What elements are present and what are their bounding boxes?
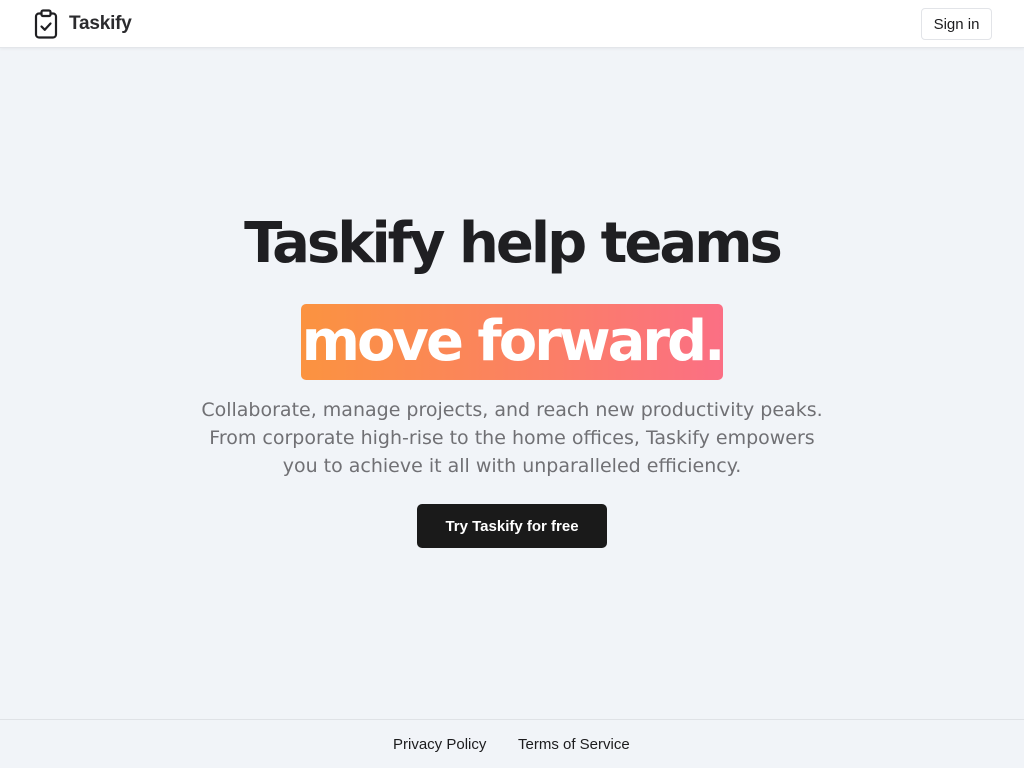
top-navbar: Taskify Sign in bbox=[0, 0, 1024, 48]
brand-logo-link[interactable]: Taskify bbox=[34, 9, 132, 39]
brand-name: Taskify bbox=[69, 13, 132, 34]
hero-title: Taskify help teams bbox=[244, 211, 783, 276]
hero-subtitle-line: From corporate high-rise to the home off… bbox=[209, 427, 815, 449]
hero-highlight-badge: move forward. bbox=[301, 304, 726, 380]
hero-subtitle-line: you to achieve it all with unparalleled … bbox=[282, 455, 742, 477]
hero-highlight-text: move forward. bbox=[301, 309, 726, 374]
clipboard-check-icon bbox=[34, 9, 58, 39]
privacy-policy-link[interactable]: Privacy Policy bbox=[393, 736, 486, 753]
sign-in-button[interactable]: Sign in bbox=[921, 8, 992, 40]
try-free-button[interactable]: Try Taskify for free bbox=[417, 504, 607, 548]
hero-subtitle: Collaborate, manage projects, and reach … bbox=[172, 396, 852, 480]
terms-of-service-link[interactable]: Terms of Service bbox=[518, 736, 630, 753]
hero-subtitle-line: Collaborate, manage projects, and reach … bbox=[201, 399, 823, 421]
footer: Privacy Policy Terms of Service bbox=[0, 719, 1024, 768]
